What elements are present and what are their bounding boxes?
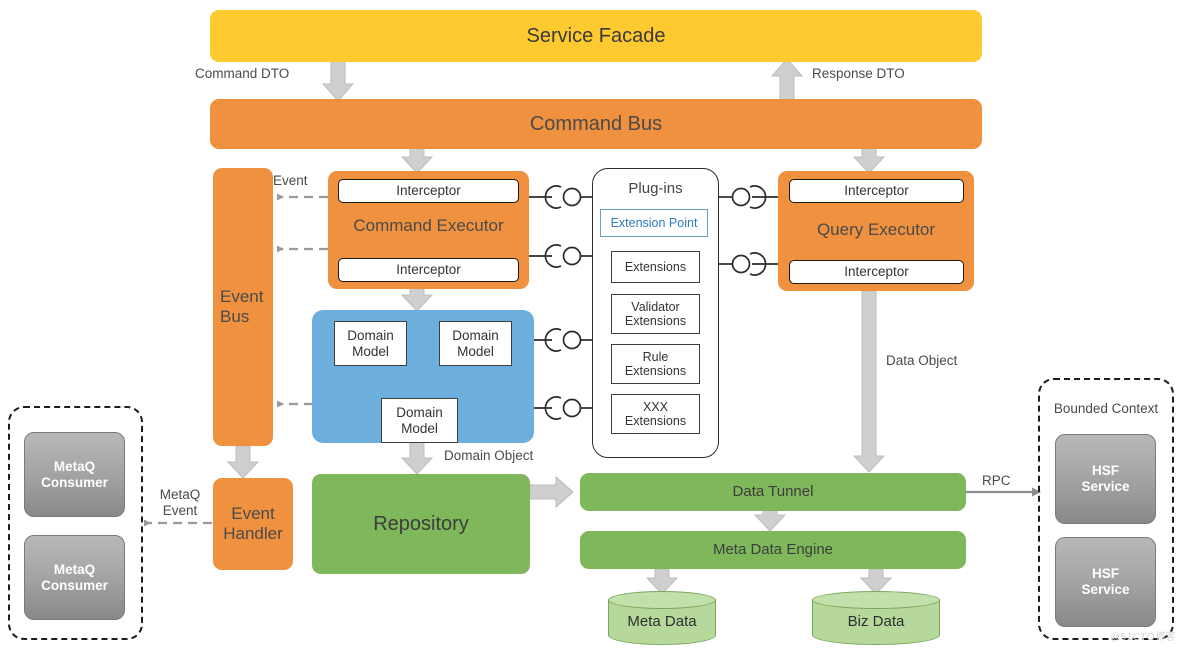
datastore-biz-data[interactable]: Biz Data: [812, 591, 940, 645]
plugin-item-rule-extensions[interactable]: Rule Extensions: [611, 344, 700, 384]
extension-point-label: Extension Point: [610, 215, 698, 230]
plugin-item-extensions[interactable]: Extensions: [611, 251, 700, 283]
event-bus-label-line2: Bus: [220, 307, 250, 326]
plugin-item-line1: Extensions: [624, 259, 687, 274]
extension-point-box[interactable]: Extension Point: [600, 209, 708, 237]
metaq-consumer-line2: Consumer: [41, 474, 108, 490]
interface-connector-domain-bottom: [529, 396, 592, 420]
interceptor-label: Interceptor: [396, 183, 461, 199]
arrow-query-to-tunnel: [852, 290, 886, 473]
domain-model-box-3[interactable]: Domain Model: [381, 398, 458, 443]
plugin-item-validator-extensions[interactable]: Validator Extensions: [611, 294, 700, 334]
service-facade-block[interactable]: Service Facade: [210, 10, 982, 62]
plugin-item-line2: Extensions: [624, 364, 687, 378]
command-bus-block[interactable]: Command Bus: [210, 99, 982, 149]
datastore-label: Meta Data: [627, 613, 697, 630]
plugin-item-line1: Validator: [631, 299, 680, 314]
domain-model-line1: Domain: [347, 327, 394, 343]
plugins-title-wrap: Plug-ins: [592, 178, 719, 200]
bounded-context-title-wrap: Bounded Context: [1038, 400, 1174, 418]
hsf-service-2[interactable]: HSF Service: [1055, 537, 1156, 627]
command-executor-label-wrap: Command Executor: [328, 212, 529, 240]
arrow-response-dto: [770, 58, 804, 102]
plugin-item-line2: Extensions: [624, 314, 687, 328]
arrow-tunnel-to-engine: [753, 509, 787, 532]
interceptor-label: Interceptor: [844, 183, 909, 199]
domain-model-line1: Domain: [452, 327, 499, 343]
label-response-dto: Response DTO: [812, 66, 905, 81]
event-bus-label-line1: Event: [220, 287, 264, 307]
command-executor-interceptor-top[interactable]: Interceptor: [338, 179, 519, 203]
data-tunnel-block[interactable]: Data Tunnel: [580, 473, 966, 511]
label-metaq-event-line2: Event: [162, 502, 198, 518]
command-executor-interceptor-bottom[interactable]: Interceptor: [338, 258, 519, 282]
label-event: Event: [273, 173, 308, 188]
interface-connector-ce-top: [529, 185, 592, 209]
interceptor-label: Interceptor: [844, 264, 909, 280]
event-handler-block[interactable]: Event Handler: [213, 478, 293, 570]
metaq-consumer-1[interactable]: MetaQ Consumer: [24, 432, 125, 517]
interface-connector-domain-top: [529, 328, 592, 352]
metaq-consumer-line2: Consumer: [41, 577, 108, 593]
query-executor-interceptor-bottom[interactable]: Interceptor: [789, 260, 964, 284]
arrow-eventbus-to-handler: [226, 445, 260, 479]
interface-connector-qe-top: [719, 185, 780, 209]
arrow-repository-to-tunnel: [529, 475, 574, 509]
interface-connector-ce-bottom: [529, 244, 592, 268]
arrow-to-command-executor: [400, 147, 434, 174]
command-bus-label: Command Bus: [529, 112, 663, 135]
arrow-executor-to-domain: [400, 287, 434, 312]
meta-data-engine-label: Meta Data Engine: [712, 541, 834, 559]
hsf-service-line1: HSF: [1092, 463, 1119, 479]
label-domain-object: Domain Object: [444, 448, 534, 463]
domain-model-box-1[interactable]: Domain Model: [334, 321, 407, 366]
domain-model-line2: Model: [457, 343, 494, 359]
interface-connector-qe-bottom: [719, 252, 780, 276]
query-executor-interceptor-top[interactable]: Interceptor: [789, 179, 964, 203]
arrow-command-dto: [321, 56, 355, 102]
plugin-item-line2: Extensions: [624, 414, 687, 428]
datastore-meta-data[interactable]: Meta Data: [608, 591, 716, 645]
repository-label: Repository: [373, 512, 469, 535]
command-executor-label: Command Executor: [353, 216, 504, 236]
hsf-service-line2: Service: [1081, 479, 1130, 494]
arrow-to-query-executor: [852, 147, 886, 174]
metaq-consumer-line1: MetaQ: [53, 458, 96, 474]
event-handler-line2: Handler: [223, 524, 283, 543]
watermark: @51CTO博客: [1110, 632, 1177, 643]
label-data-object: Data Object: [886, 353, 958, 368]
hsf-service-line1: HSF: [1092, 566, 1119, 582]
metaq-consumer-line1: MetaQ: [53, 561, 96, 577]
arrow-domain-to-repository: [400, 441, 434, 475]
plugins-title: Plug-ins: [628, 180, 683, 198]
service-facade-label: Service Facade: [526, 24, 666, 47]
query-executor-label-wrap: Query Executor: [778, 216, 974, 244]
label-command-dto: Command DTO: [195, 66, 290, 81]
label-metaq-event-line1: MetaQ: [159, 487, 201, 502]
domain-model-line2: Model: [401, 420, 438, 436]
label-rpc: RPC: [982, 473, 1011, 488]
domain-model-line2: Model: [352, 343, 389, 359]
bounded-context-title: Bounded Context: [1053, 401, 1159, 417]
query-executor-label: Query Executor: [816, 220, 936, 240]
domain-model-box-2[interactable]: Domain Model: [439, 321, 512, 366]
hsf-service-line2: Service: [1081, 582, 1130, 597]
interceptor-label: Interceptor: [396, 262, 461, 278]
cylinder-top: [812, 591, 940, 609]
cylinder-top: [608, 591, 716, 609]
hsf-service-1[interactable]: HSF Service: [1055, 434, 1156, 524]
metaq-consumer-2[interactable]: MetaQ Consumer: [24, 535, 125, 620]
plugin-item-line1: XXX: [642, 399, 668, 414]
repository-block[interactable]: Repository: [312, 474, 530, 574]
plugin-item-line1: Rule: [642, 349, 669, 364]
event-handler-line1: Event: [231, 504, 275, 524]
plugin-item-xxx-extensions[interactable]: XXX Extensions: [611, 394, 700, 434]
meta-data-engine-block[interactable]: Meta Data Engine: [580, 531, 966, 569]
datastore-label: Biz Data: [847, 613, 905, 630]
label-metaq-event: MetaQ Event: [152, 487, 208, 519]
data-tunnel-label: Data Tunnel: [732, 483, 814, 501]
domain-model-line1: Domain: [396, 404, 443, 420]
architecture-diagram: Service Facade Command DTO Response DTO …: [0, 0, 1184, 648]
event-bus-block[interactable]: Event Bus: [213, 168, 273, 446]
